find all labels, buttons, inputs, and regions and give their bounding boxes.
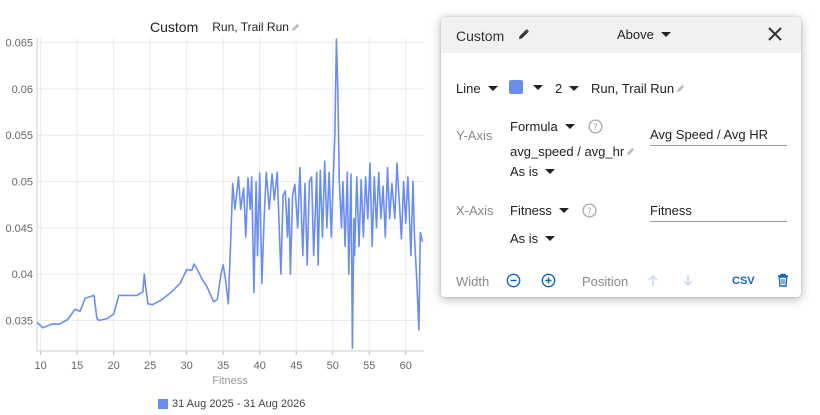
export-csv-button[interactable]: CSV: [732, 275, 755, 287]
increase-width-icon[interactable]: [541, 273, 556, 293]
x-axis-transform-value: As is: [510, 231, 539, 246]
y-axis-formula-value: avg_speed / avg_hr: [510, 144, 625, 159]
line-width-select[interactable]: 2: [555, 81, 580, 96]
x-axis-title-value: Fitness: [650, 203, 692, 218]
x-tick-label: 50: [327, 360, 339, 372]
panel-title: Custom: [456, 28, 505, 44]
y-axis-title-value: Avg Speed / Avg HR: [650, 127, 769, 142]
y-tick-label: 0.04: [12, 269, 33, 281]
series-color-swatch: [509, 80, 523, 94]
x-axis-source-select[interactable]: Fitness: [510, 203, 569, 218]
y-tick-labels: 0.035 0.04 0.045 0.05 0.055 0.06 0.065: [5, 38, 33, 328]
chart-plot: 0.035 0.04 0.045 0.05 0.055 0.06 0.065 10 15 20 2…: [5, 38, 424, 387]
chevron-down-icon: [558, 208, 569, 213]
x-tick-label: 25: [144, 360, 156, 372]
svg-text:?: ?: [593, 122, 597, 132]
x-axis-transform-select[interactable]: As is: [510, 231, 556, 246]
x-tick-labels: 10 15 20 25 30 35 40 45 50 55 60: [35, 360, 412, 372]
edit-activity-pencil-icon[interactable]: [676, 84, 685, 93]
x-tick-label: 60: [400, 360, 412, 372]
x-tick-label: 30: [181, 360, 193, 372]
chart-position-select[interactable]: Above: [617, 27, 671, 42]
chevron-down-icon: [545, 169, 556, 174]
legend-swatch: [158, 399, 168, 409]
chart-position-value: Above: [617, 27, 654, 42]
chevron-down-icon: [660, 32, 671, 37]
x-tick-label: 15: [71, 360, 83, 372]
series-activity-filter[interactable]: Run, Trail Run: [591, 81, 685, 96]
close-icon[interactable]: [768, 27, 782, 44]
delete-trash-icon[interactable]: [777, 273, 789, 292]
chevron-down-icon: [569, 86, 580, 91]
y-tick-label: 0.065: [5, 38, 33, 50]
x-axis-label: X-Axis: [456, 203, 494, 218]
help-icon[interactable]: ?: [582, 203, 597, 223]
chart-series: [36, 38, 424, 350]
panel-header: Custom Above: [441, 17, 801, 53]
chevron-down-icon: [533, 84, 543, 90]
series-line: [36, 38, 424, 350]
x-tick-label: 35: [217, 360, 229, 372]
y-tick-label: 0.05: [12, 177, 33, 189]
chart-legend[interactable]: 31 Aug 2025 - 31 Aug 2026: [158, 398, 305, 410]
x-tick-label: 20: [108, 360, 120, 372]
y-tick-label: 0.06: [12, 84, 33, 96]
x-axis-title-field[interactable]: Fitness: [650, 203, 787, 222]
svg-text:?: ?: [587, 206, 591, 216]
y-tick-label: 0.035: [5, 315, 33, 327]
y-axis-formula-field[interactable]: avg_speed / avg_hr: [510, 144, 635, 159]
help-icon[interactable]: ?: [588, 119, 603, 139]
series-activity-value: Run, Trail Run: [591, 81, 675, 96]
legend-label: 31 Aug 2025 - 31 Aug 2026: [172, 398, 306, 410]
y-tick-label: 0.055: [5, 130, 33, 142]
x-tick-label: 40: [254, 360, 266, 372]
x-tick-label: 45: [290, 360, 302, 372]
chevron-down-icon: [564, 124, 575, 129]
y-tick-label: 0.045: [5, 223, 33, 235]
chevron-down-icon: [487, 86, 498, 91]
chart-settings-panel: Custom Above Line 2 Run, Trail Run Y-Axi…: [441, 17, 801, 297]
arrow-down-icon[interactable]: [682, 274, 694, 292]
y-axis-source-select[interactable]: Formula: [510, 119, 575, 134]
y-axis-source-value: Formula: [510, 119, 558, 134]
y-axis-label: Y-Axis: [456, 128, 493, 143]
series-type-value: Line: [456, 81, 481, 96]
line-width-value: 2: [555, 81, 563, 96]
x-axis-source-value: Fitness: [510, 203, 552, 218]
x-tick-label: 55: [363, 360, 375, 372]
edit-formula-pencil-icon[interactable]: [626, 147, 635, 156]
y-axis-title-field[interactable]: Avg Speed / Avg HR: [650, 127, 787, 146]
chevron-down-icon: [545, 236, 556, 241]
y-axis-transform-select[interactable]: As is: [510, 164, 556, 179]
y-axis-transform-value: As is: [510, 164, 539, 179]
arrow-up-icon[interactable]: [647, 274, 659, 292]
edit-title-pencil-icon[interactable]: [518, 27, 530, 43]
width-label: Width: [456, 274, 490, 289]
x-axis-title: Fitness: [212, 375, 248, 387]
series-color-picker[interactable]: [509, 80, 543, 94]
series-type-select[interactable]: Line: [456, 81, 498, 96]
decrease-width-icon[interactable]: [506, 273, 521, 293]
x-tick-label: 10: [35, 360, 47, 372]
position-label: Position: [582, 274, 629, 289]
